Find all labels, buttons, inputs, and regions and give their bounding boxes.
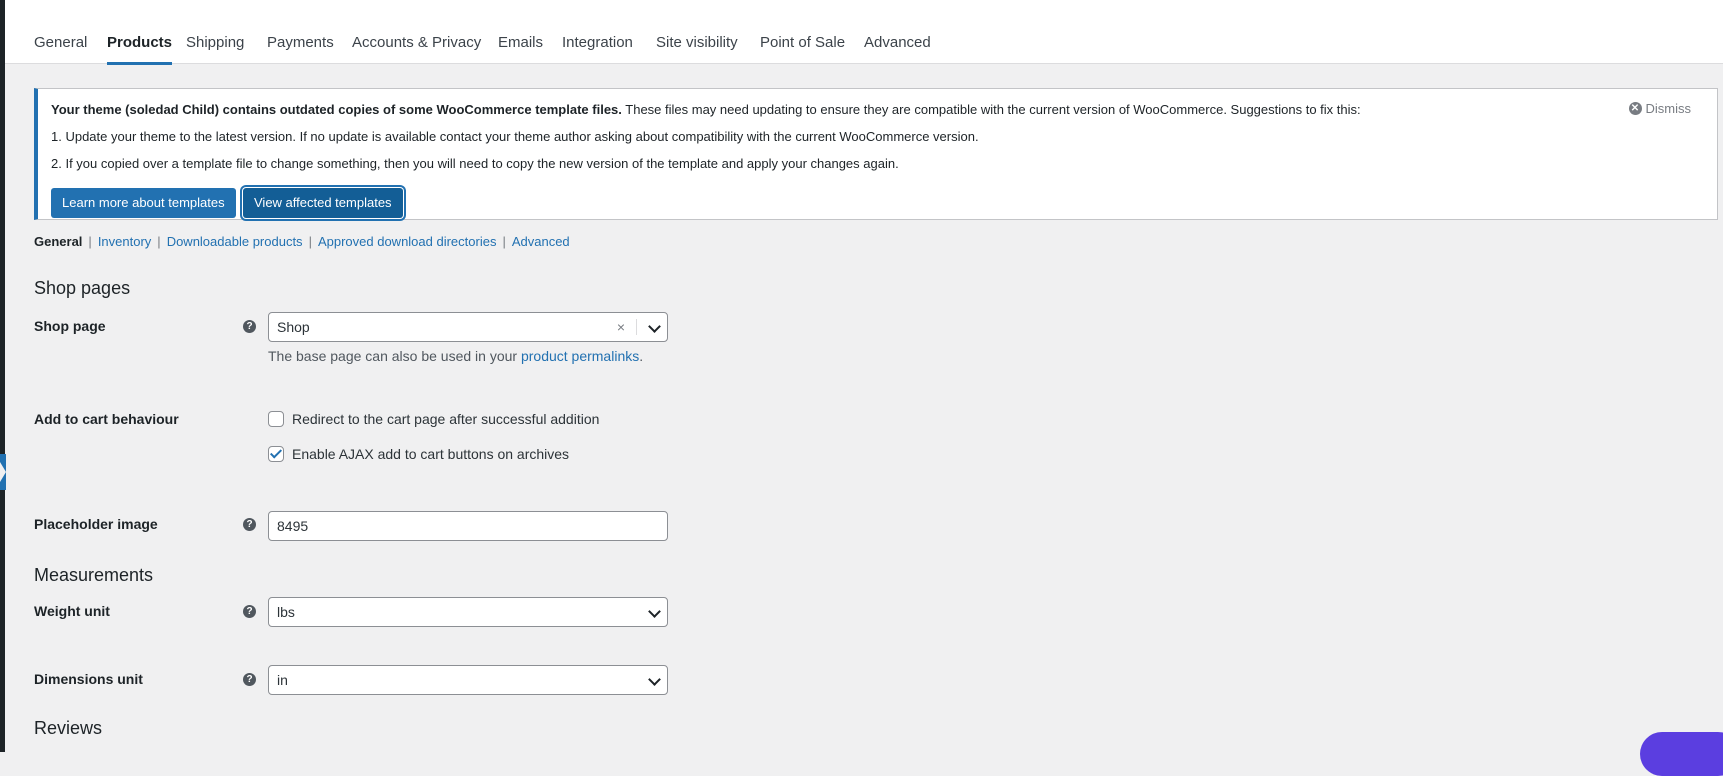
- select-divider: [636, 319, 637, 335]
- tab-shipping[interactable]: Shipping: [186, 34, 244, 51]
- shop-page-select[interactable]: Shop ×: [268, 312, 668, 342]
- dismiss-label: Dismiss: [1645, 101, 1692, 116]
- dismiss-button[interactable]: ✕ Dismiss: [1628, 101, 1692, 116]
- tab-point-of-sale[interactable]: Point of Sale: [760, 34, 845, 51]
- settings-tabs: General Products Shipping Payments Accou…: [5, 0, 1723, 65]
- subnav-general[interactable]: General: [34, 234, 82, 249]
- checkbox-box[interactable]: [268, 411, 284, 427]
- notice-suggestion-item: 1. Update your theme to the latest versi…: [51, 129, 979, 144]
- redirect-to-cart-label: Redirect to the cart page after successf…: [292, 411, 600, 427]
- notice-message: Your theme (soledad Child) contains outd…: [51, 102, 1361, 117]
- notice-suggestions: 1. Update your theme to the latest versi…: [51, 129, 979, 183]
- sidebar-arrow-icon: [0, 462, 6, 482]
- products-subnav: General | Inventory | Downloadable products |…: [34, 234, 570, 249]
- placeholder-image-input[interactable]: 8495: [268, 511, 668, 541]
- tab-site-visibility[interactable]: Site visibility: [656, 34, 738, 51]
- weight-unit-value: lbs: [277, 604, 295, 620]
- help-icon[interactable]: ?: [243, 518, 256, 531]
- clear-icon[interactable]: ×: [617, 313, 625, 341]
- tab-integration[interactable]: Integration: [562, 34, 633, 51]
- help-icon[interactable]: ?: [243, 320, 256, 333]
- view-affected-templates-button[interactable]: View affected templates: [243, 188, 403, 218]
- add-to-cart-label: Add to cart behaviour: [34, 411, 179, 427]
- chevron-down-icon: [648, 673, 661, 686]
- weight-unit-select[interactable]: lbs: [268, 597, 668, 627]
- product-permalinks-link[interactable]: product permalinks: [521, 348, 639, 364]
- subnav-inventory[interactable]: Inventory: [98, 234, 151, 249]
- reviews-heading: Reviews: [34, 718, 103, 738]
- admin-sidebar-edge: [0, 0, 6, 752]
- ajax-add-to-cart-label: Enable AJAX add to cart buttons on archi…: [292, 446, 570, 462]
- checkbox-box-checked[interactable]: [268, 446, 284, 462]
- tab-payments[interactable]: Payments: [267, 34, 334, 51]
- redirect-to-cart-checkbox[interactable]: Redirect to the cart page after successf…: [268, 411, 599, 427]
- help-icon[interactable]: ?: [243, 605, 256, 618]
- dimensions-unit-label: Dimensions unit: [34, 671, 143, 687]
- tab-emails[interactable]: Emails: [498, 34, 543, 51]
- notice-suggestion-item: 2. If you copied over a template file to…: [51, 156, 899, 171]
- measurements-heading: Measurements: [34, 565, 154, 585]
- chevron-down-icon: [648, 605, 661, 618]
- help-icon[interactable]: ?: [243, 673, 256, 686]
- placeholder-image-value: 8495: [277, 518, 309, 534]
- ajax-add-to-cart-checkbox[interactable]: Enable AJAX add to cart buttons on archi…: [268, 446, 569, 462]
- close-icon: ✕: [1628, 102, 1642, 115]
- tab-accounts-privacy[interactable]: Accounts & Privacy: [352, 34, 481, 51]
- weight-unit-label: Weight unit: [34, 603, 110, 619]
- shop-pages-heading: Shop pages: [34, 278, 131, 298]
- tab-general[interactable]: General: [34, 34, 87, 51]
- shop-page-label: Shop page: [34, 318, 106, 334]
- subnav-approved-download-directories[interactable]: Approved download directories: [318, 234, 497, 249]
- chevron-down-icon: [648, 320, 661, 333]
- subnav-advanced[interactable]: Advanced: [512, 234, 570, 249]
- tab-advanced[interactable]: Advanced: [864, 34, 931, 51]
- placeholder-image-label: Placeholder image: [34, 516, 158, 532]
- chat-widget-button[interactable]: [1640, 732, 1723, 776]
- tab-products[interactable]: Products: [107, 34, 173, 65]
- shop-page-value: Shop: [277, 319, 310, 335]
- dimensions-unit-select[interactable]: in: [268, 665, 668, 695]
- dimensions-unit-value: in: [277, 672, 288, 688]
- subnav-downloadable-products[interactable]: Downloadable products: [167, 234, 303, 249]
- shop-page-description: The base page can also be used in your p…: [268, 348, 644, 364]
- learn-more-templates-button[interactable]: Learn more about templates: [51, 188, 236, 218]
- outdated-templates-notice: Your theme (soledad Child) contains outd…: [34, 88, 1718, 220]
